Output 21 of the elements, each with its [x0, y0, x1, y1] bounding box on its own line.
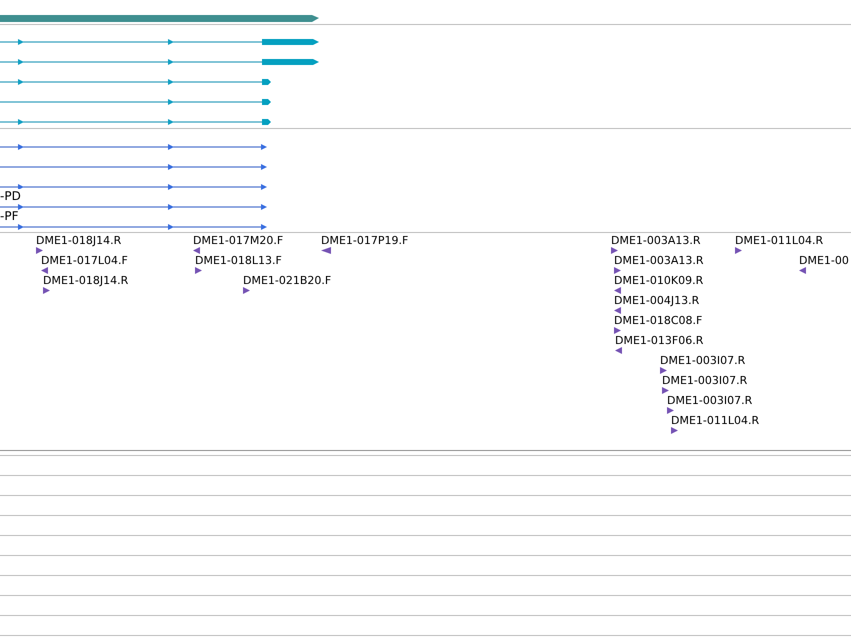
- transcript-label: -PF: [0, 209, 18, 223]
- clone-label: DME1-018L13.F: [195, 254, 282, 268]
- clone-label: DME1-010K09.R: [614, 274, 704, 288]
- clone-label: DME1-003A13.R: [611, 234, 701, 248]
- clone-label: DME1-018J14.R: [43, 274, 128, 288]
- clone-label: DME1-004J13.R: [614, 294, 700, 308]
- clone-label: DME1-003I07.R: [667, 394, 752, 408]
- clone-label: DME1-017P19.F: [321, 234, 408, 248]
- clone-label: DME1-018C08.F: [614, 314, 702, 328]
- clone-label: DME1-00: [799, 254, 849, 268]
- clone-label: DME1-011L04.R: [735, 234, 824, 248]
- clone-label: DME1-003A13.R: [614, 254, 704, 268]
- clone-label: DME1-018J14.R: [36, 234, 122, 248]
- transcript-label: -PD: [0, 189, 21, 203]
- clone-label: DME1-013F06.R: [615, 334, 704, 348]
- clone-label: DME1-003I07.R: [662, 374, 748, 388]
- clone-label: DME1-017L04.F: [41, 254, 128, 268]
- clone-label: DME1-003I07.R: [660, 354, 746, 368]
- clone-label: DME1-011L04.R: [671, 414, 760, 428]
- clone-label: DME1-021B20.F: [243, 274, 332, 288]
- clone-label: DME1-017M20.F: [193, 234, 284, 248]
